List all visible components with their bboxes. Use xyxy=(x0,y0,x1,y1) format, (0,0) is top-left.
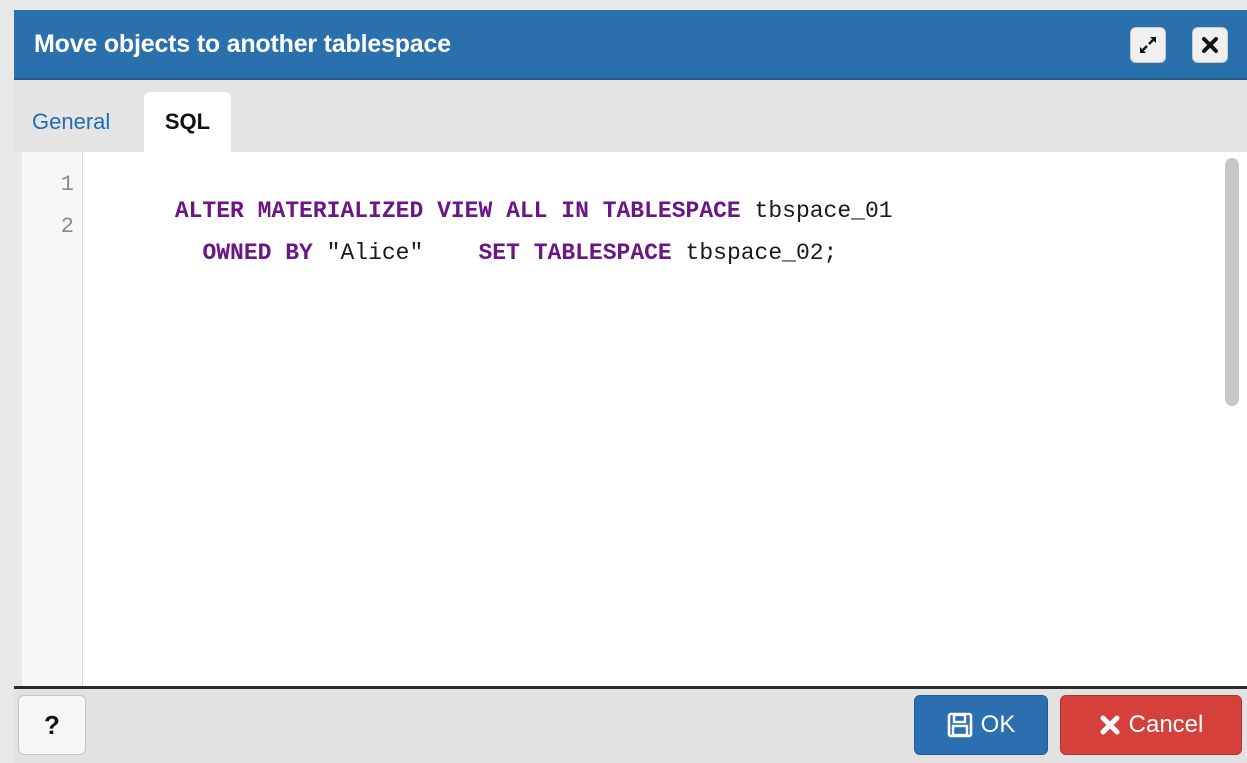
sql-identifier: tbspace_02; xyxy=(671,240,838,266)
line-number-gutter: 1 2 xyxy=(22,152,83,686)
cancel-label: Cancel xyxy=(1128,711,1204,738)
help-label: ? xyxy=(44,709,60,740)
dialog-title: Move objects to another tablespace xyxy=(34,30,451,58)
ok-label: OK xyxy=(980,711,1016,738)
move-objects-dialog: Move objects to another tablespace Gener… xyxy=(0,0,1247,763)
dialog-titlebar[interactable]: Move objects to another tablespace xyxy=(14,10,1247,80)
expand-arrows-icon xyxy=(1140,37,1156,53)
help-button[interactable]: ? xyxy=(18,695,86,755)
ok-button[interactable]: OK xyxy=(914,695,1048,755)
line-number: 1 xyxy=(60,172,74,197)
dialog-footer: ? OK Cancel xyxy=(14,689,1247,763)
cancel-button[interactable]: Cancel xyxy=(1060,695,1242,755)
sql-keyword: OWNED BY xyxy=(202,240,313,266)
sql-editor[interactable]: 1 2 ALTER MATERIALIZED VIEW ALL IN TABLE… xyxy=(22,152,1247,686)
save-icon xyxy=(947,712,973,738)
sql-keyword: SET TABLESPACE xyxy=(478,240,672,266)
tab-strip: General SQL xyxy=(14,80,1247,152)
close-button[interactable] xyxy=(1192,27,1228,63)
close-x-icon xyxy=(1202,37,1218,53)
cancel-x-icon xyxy=(1099,714,1121,736)
vertical-scrollbar[interactable] xyxy=(1225,158,1239,406)
sql-indent xyxy=(175,240,203,266)
tab-general[interactable]: General xyxy=(32,92,110,152)
code-line: OWNED BY "Alice" SET TABLESPACE tbspace_… xyxy=(92,214,837,292)
line-number: 2 xyxy=(60,214,74,239)
maximize-button[interactable] xyxy=(1130,27,1166,63)
sql-string: "Alice" xyxy=(312,240,479,266)
tab-sql[interactable]: SQL xyxy=(144,92,231,152)
